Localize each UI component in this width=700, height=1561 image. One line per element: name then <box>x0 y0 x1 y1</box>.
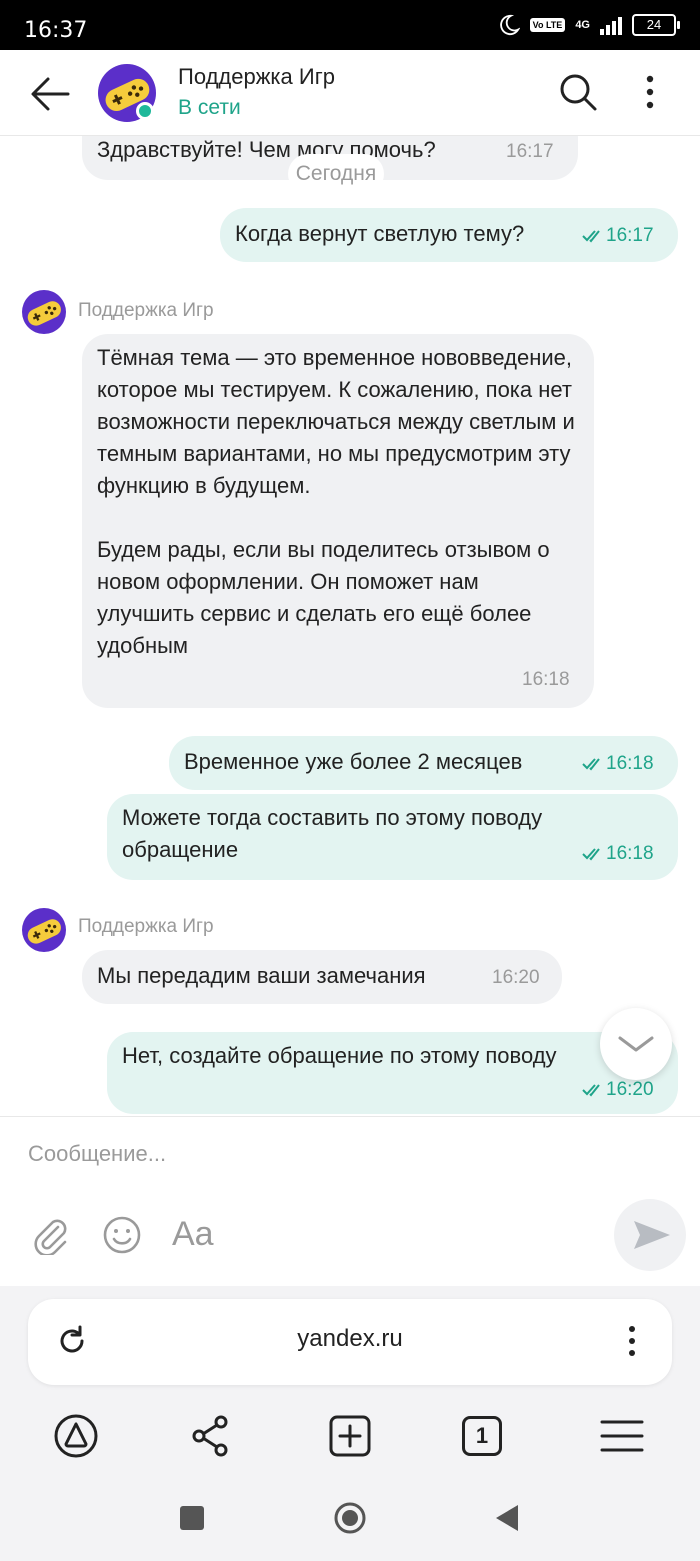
message-incoming[interactable]: Тёмная тема — это временное нововведение… <box>82 334 594 708</box>
sender-avatar[interactable] <box>22 290 66 334</box>
share-icon[interactable] <box>187 1412 235 1460</box>
message-incoming[interactable]: Мы передадим ваши замечания 16:20 <box>82 950 562 1004</box>
send-button[interactable] <box>614 1199 686 1271</box>
status-time: 16:37 <box>24 18 88 43</box>
recent-apps-square-icon[interactable] <box>174 1500 210 1536</box>
message-composer: Сообщение... Aa <box>0 1116 700 1286</box>
sender-name: Поддержка Игр <box>78 916 214 937</box>
message-text: Нет, создайте обращение по этому поводу <box>122 1043 557 1068</box>
back-arrow-icon[interactable] <box>28 74 72 114</box>
message-input[interactable]: Сообщение... <box>28 1141 166 1167</box>
message-text: Мы передадим ваши замечания <box>97 963 426 988</box>
more-vertical-icon[interactable] <box>620 1323 644 1359</box>
system-navigation-bar <box>0 1486 700 1556</box>
alice-assistant-icon[interactable] <box>52 1412 100 1460</box>
browser-bottom-bar: yandex.ru 1 <box>0 1286 700 1561</box>
message-text: Можете тогда составить по этому поводу о… <box>122 805 543 862</box>
hamburger-menu-icon[interactable] <box>598 1412 646 1460</box>
volte-icon: Vo LTE <box>529 18 566 32</box>
battery-icon: 24 <box>632 14 680 36</box>
browser-toolbar: 1 <box>0 1406 700 1476</box>
message-time: 16:20 <box>606 1079 654 1100</box>
back-triangle-icon[interactable] <box>490 1500 526 1536</box>
date-separator: Сегодня <box>288 154 384 194</box>
url-text[interactable]: yandex.ru <box>28 1325 672 1353</box>
home-circle-icon[interactable] <box>332 1500 368 1536</box>
message-outgoing[interactable]: Нет, создайте обращение по этому поводу … <box>107 1032 678 1114</box>
message-outgoing[interactable]: Временное уже более 2 месяцев 16:18 <box>169 736 678 790</box>
message-time: 16:20 <box>492 967 540 988</box>
message-text: Тёмная тема — это временное нововведение… <box>97 345 575 658</box>
message-text: Здравствуйте! Чем могу помочь? <box>97 137 436 162</box>
chevron-down-icon <box>618 1036 654 1052</box>
do-not-disturb-moon-icon <box>499 14 520 36</box>
send-arrow-icon <box>634 1221 670 1249</box>
message-time: 16:18 <box>606 843 654 864</box>
search-icon[interactable] <box>558 72 598 112</box>
message-list[interactable]: Здравствуйте! Чем могу помочь? 16:17 Сег… <box>0 136 700 1116</box>
tabs-count: 1 <box>475 1423 489 1448</box>
message-time: 16:18 <box>606 753 654 774</box>
message-meta: 16:18 <box>582 838 654 870</box>
status-bar: 16:37 Vo LTE 4G 24 <box>0 0 700 50</box>
message-time: 16:18 <box>522 669 570 690</box>
message-outgoing[interactable]: Можете тогда составить по этому поводу о… <box>107 794 678 880</box>
chat-status: В сети <box>178 96 241 119</box>
read-check-icon <box>582 1084 600 1097</box>
new-tab-plus-icon[interactable] <box>326 1412 374 1460</box>
message-text: Временное уже более 2 месяцев <box>184 749 523 774</box>
read-check-icon <box>582 230 600 243</box>
sender-avatar[interactable] <box>22 908 66 952</box>
status-icons: Vo LTE 4G 24 <box>498 14 680 36</box>
text-format-button[interactable]: Aa <box>172 1215 214 1254</box>
network-type: 4G <box>575 19 590 31</box>
more-vertical-icon[interactable] <box>636 72 664 112</box>
address-bar[interactable]: yandex.ru <box>28 1299 672 1385</box>
chat-header: Поддержка Игр В сети <box>0 50 700 136</box>
message-meta: 16:17 <box>582 220 654 252</box>
tabs-counter-button[interactable]: 1 <box>462 1416 502 1456</box>
message-time: 16:17 <box>606 225 654 246</box>
chat-title[interactable]: Поддержка Игр <box>178 64 335 90</box>
message-text: Когда вернут светлую тему? <box>235 221 525 246</box>
message-time: 16:17 <box>506 141 554 162</box>
read-check-icon <box>582 848 600 861</box>
scroll-to-bottom-button[interactable] <box>600 1008 672 1080</box>
message-outgoing[interactable]: Когда вернут светлую тему? 16:17 <box>220 208 678 262</box>
battery-level: 24 <box>646 17 662 32</box>
online-indicator <box>136 102 154 120</box>
signal-icon <box>600 15 622 35</box>
read-check-icon <box>582 758 600 771</box>
message-meta: 16:18 <box>582 748 654 780</box>
sender-name: Поддержка Игр <box>78 300 214 321</box>
emoji-smile-icon[interactable] <box>102 1215 142 1255</box>
attach-paperclip-icon[interactable] <box>30 1215 70 1255</box>
